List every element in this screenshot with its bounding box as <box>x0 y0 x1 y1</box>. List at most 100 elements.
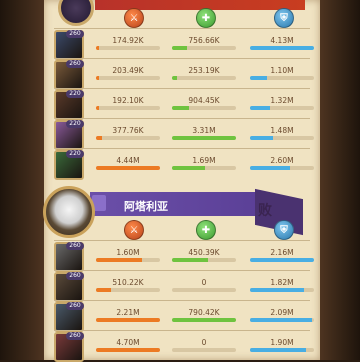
damage-stat-value: 192.10K <box>112 96 144 105</box>
healing-stat-bar-fill <box>172 136 236 140</box>
tanked-stat-bar <box>250 136 314 140</box>
healing-stat-bar <box>172 46 236 50</box>
damage-stat-value: 1.60M <box>116 248 140 257</box>
damage-stat-value: 510.22K <box>112 278 144 287</box>
row-divider <box>54 270 310 271</box>
healing-stat-bar <box>172 106 236 110</box>
tanked-stat-bar <box>250 258 314 262</box>
row-divider <box>54 240 310 241</box>
damage-stat: 4.70M <box>96 338 160 352</box>
tanked-stat-value: 2.16M <box>270 248 294 257</box>
healing-stat: 904.45K <box>172 96 236 110</box>
tanked-stat-bar-fill <box>250 166 291 170</box>
healing-stat-value: 253.19K <box>188 66 220 75</box>
tanked-stat-value: 1.10M <box>270 66 294 75</box>
hero-level-badge: 260 <box>66 30 84 38</box>
damage-stat-value: 4.44M <box>116 156 140 165</box>
damage-stat-bar <box>96 106 160 110</box>
damage-stat-bar <box>96 348 160 352</box>
damage-stat-bar-fill <box>96 46 99 50</box>
tanked-stat: 1.90M <box>250 338 314 352</box>
tanked-stat-value: 1.32M <box>270 96 294 105</box>
hero-level-badge: 260 <box>66 242 84 250</box>
healing-stat: 790.42K <box>172 308 236 322</box>
damage-stat: 2.21M <box>96 308 160 322</box>
healing-stat-value: 756.66K <box>188 36 220 45</box>
heal-icon: ✚ <box>196 220 216 240</box>
healing-stat-bar <box>172 258 236 262</box>
healing-stat-bar-fill <box>172 76 178 80</box>
shield-icon: ⛨ <box>274 220 294 240</box>
defeat-mark: 败 <box>258 203 272 219</box>
tanked-stat-bar-fill <box>250 46 314 50</box>
heal-icon: ✚ <box>196 8 216 28</box>
tanked-stat-bar-fill <box>250 106 271 110</box>
healing-stat-value: 0 <box>201 278 207 287</box>
tanked-stat-bar <box>250 166 314 170</box>
damage-stat-bar <box>96 166 160 170</box>
right-frame <box>320 0 360 360</box>
row-divider <box>54 300 310 301</box>
healing-stat-bar <box>172 136 236 140</box>
damage-stat-value: 203.49K <box>112 66 144 75</box>
tanked-stat-bar <box>250 106 314 110</box>
row-divider <box>54 148 310 149</box>
damage-stat-value: 4.70M <box>116 338 140 347</box>
healing-stat: 756.66K <box>172 36 236 50</box>
tanked-stat-bar-fill <box>250 136 274 140</box>
tanked-stat-bar <box>250 288 314 292</box>
healing-stat-value: 0 <box>201 338 207 347</box>
tanked-stat-bar-fill <box>250 318 313 322</box>
damage-stat: 1.60M <box>96 248 160 262</box>
damage-stat: 203.49K <box>96 66 160 80</box>
healing-stat-value: 450.39K <box>188 248 220 257</box>
hero-level-badge: 220 <box>66 120 84 128</box>
healing-stat-value: 790.42K <box>188 308 220 317</box>
tanked-stat-value: 1.48M <box>270 126 294 135</box>
team2-hero-portrait[interactable] <box>43 186 95 238</box>
damage-stat-bar-fill <box>96 348 160 352</box>
damage-stat-bar-fill <box>96 166 160 170</box>
healing-stat-value: 1.69M <box>192 156 216 165</box>
tanked-stat-value: 1.82M <box>270 278 294 287</box>
hero-level-badge: 260 <box>66 302 84 310</box>
attack-icon: ⚔ <box>124 220 144 240</box>
tanked-stat-bar <box>250 348 314 352</box>
damage-stat-bar <box>96 46 160 50</box>
healing-stat-bar <box>172 288 236 292</box>
tanked-stat: 4.13M <box>250 36 314 50</box>
hero-level-badge: 260 <box>66 60 84 68</box>
damage-stat-bar <box>96 136 160 140</box>
healing-stat-value: 904.45K <box>188 96 220 105</box>
attack-icon: ⚔ <box>124 8 144 28</box>
healing-stat-bar-fill <box>172 46 187 50</box>
hero-level-badge: 260 <box>66 332 84 340</box>
healing-stat-bar-fill <box>172 106 190 110</box>
team2-banner <box>90 192 270 216</box>
healing-stat-bar-fill <box>172 258 209 262</box>
damage-stat: 174.92K <box>96 36 160 50</box>
tanked-stat: 1.82M <box>250 278 314 292</box>
tanked-stat: 2.16M <box>250 248 314 262</box>
damage-stat-value: 174.92K <box>112 36 144 45</box>
damage-stat-bar <box>96 258 160 262</box>
damage-stat-bar <box>96 76 160 80</box>
tanked-stat-bar-fill <box>250 76 268 80</box>
damage-stat: 510.22K <box>96 278 160 292</box>
damage-stat-bar-fill <box>96 258 143 262</box>
damage-stat-bar-fill <box>96 76 100 80</box>
tanked-stat-bar <box>250 76 314 80</box>
damage-stat-value: 377.76K <box>112 126 144 135</box>
left-frame <box>0 0 44 360</box>
healing-stat: 3.31M <box>172 126 236 140</box>
stats-panel <box>44 0 320 360</box>
tanked-stat: 1.10M <box>250 66 314 80</box>
tanked-stat-bar-fill <box>250 348 307 352</box>
tanked-stat-bar-fill <box>250 288 304 292</box>
shield-icon: ⛨ <box>274 8 294 28</box>
healing-stat-bar <box>172 76 236 80</box>
tanked-stat-bar <box>250 318 314 322</box>
row-divider <box>54 88 310 89</box>
damage-stat-value: 2.21M <box>116 308 140 317</box>
row-divider <box>54 58 310 59</box>
